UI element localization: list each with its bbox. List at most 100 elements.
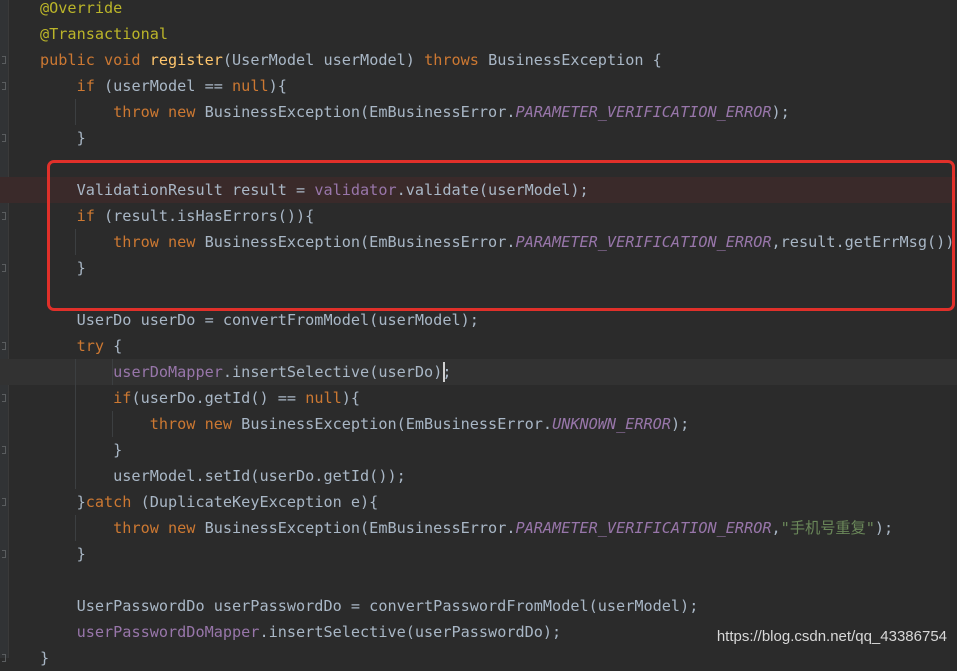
fold-marker-icon[interactable] [2, 82, 6, 90]
code-text: public void register(UserModel userModel… [40, 47, 662, 73]
code-text: userPasswordDoMapper.insertSelective(use… [40, 619, 562, 645]
code-line[interactable]: public void register(UserModel userModel… [0, 47, 957, 73]
code-token: null [305, 389, 342, 407]
code-token: UNKNOWN_ERROR [552, 415, 671, 433]
code-line[interactable]: } [0, 125, 957, 151]
code-token: if [76, 77, 105, 95]
code-token: { [113, 337, 123, 355]
code-token: ); [771, 103, 790, 121]
code-token: ); [670, 415, 690, 433]
code-text: @Override [40, 0, 122, 21]
code-token: register [149, 51, 223, 69]
code-editor[interactable]: @Override @Transactional public void regis… [0, 0, 957, 667]
code-text: throw new BusinessException(EmBusinessEr… [40, 99, 790, 125]
code-token: PARAMETER_VERIFICATION_ERROR [515, 519, 772, 537]
code-token: (userDo.getId() == [131, 389, 306, 407]
code-line[interactable] [0, 567, 957, 593]
code-text: UserPasswordDo userPasswordDo = convertP… [40, 593, 699, 619]
code-token: userModel.setId(userDo.getId()); [40, 467, 406, 485]
code-line[interactable]: UserPasswordDo userPasswordDo = convertP… [0, 593, 957, 619]
code-line[interactable]: userDoMapper.insertSelective(userDo); [0, 359, 957, 385]
code-token: null [232, 77, 269, 95]
code-token: ); [874, 519, 894, 537]
code-text: userDoMapper.insertSelective(userDo); [40, 359, 451, 385]
code-line[interactable]: throw new BusinessException(EmBusinessEr… [0, 99, 957, 125]
code-token: if [113, 389, 132, 407]
code-token: } [40, 649, 50, 667]
fold-marker-icon[interactable] [2, 446, 6, 454]
fold-marker-icon[interactable] [2, 654, 6, 662]
code-token: PARAMETER_VERIFICATION_ERROR [515, 103, 772, 121]
code-text: }catch (DuplicateKeyException e){ [40, 489, 379, 515]
code-line[interactable]: @Transactional [0, 21, 957, 47]
code-line[interactable]: @Override [0, 0, 957, 21]
code-token: (UserModel userModel) [222, 51, 425, 69]
code-token: public void [40, 51, 150, 69]
code-line[interactable]: } [0, 645, 957, 671]
code-token: catch [85, 493, 141, 511]
fold-marker-icon[interactable] [2, 134, 6, 142]
fold-marker-icon[interactable] [2, 498, 6, 506]
code-text: throw new BusinessException(EmBusinessEr… [40, 515, 893, 541]
code-line[interactable]: throw new BusinessException(EmBusinessEr… [0, 515, 957, 541]
code-line[interactable]: if (userModel == null){ [0, 73, 957, 99]
fold-marker-icon[interactable] [2, 56, 6, 64]
code-text: } [40, 541, 86, 567]
code-line[interactable]: throw new BusinessException(EmBusinessEr… [0, 411, 957, 437]
code-token: @Transactional [40, 25, 169, 43]
code-token: @Override [40, 0, 123, 17]
watermark: https://blog.csdn.net/qq_43386754 [716, 628, 947, 645]
fold-marker-icon[interactable] [2, 342, 6, 350]
code-token: throws [424, 51, 489, 69]
code-token: } [40, 129, 86, 147]
code-token: try [76, 337, 114, 355]
fold-marker-icon[interactable] [2, 212, 6, 220]
code-text: throw new BusinessException(EmBusinessEr… [40, 411, 690, 437]
code-text: } [40, 645, 49, 671]
code-token: .insertSelective(userDo); [222, 363, 452, 381]
code-token: throw new [149, 415, 242, 433]
code-token: "手机号重复" [780, 519, 875, 537]
code-text: } [40, 437, 122, 463]
code-token: userPasswordDoMapper [76, 623, 260, 641]
code-token: BusinessException(EmBusinessError. [204, 519, 516, 537]
code-token: , [771, 519, 781, 537]
fold-marker-icon[interactable] [2, 550, 6, 558]
code-line[interactable]: } [0, 437, 957, 463]
code-token: BusinessException(EmBusinessError. [241, 415, 553, 433]
code-token: (DuplicateKeyException e){ [140, 493, 379, 511]
code-token: ){ [341, 389, 361, 407]
code-text: userModel.setId(userDo.getId()); [40, 463, 406, 489]
code-text: } [40, 125, 86, 151]
code-token: (userModel == [104, 77, 233, 95]
text-caret [443, 362, 445, 382]
code-line[interactable]: if(userDo.getId() == null){ [0, 385, 957, 411]
code-line[interactable]: userModel.setId(userDo.getId()); [0, 463, 957, 489]
fold-marker-icon[interactable] [2, 264, 6, 272]
code-token: throw new [113, 103, 205, 121]
code-token: .insertSelective(userPasswordDo); [259, 623, 562, 641]
code-text: if (userModel == null){ [40, 73, 287, 99]
code-token: } [40, 441, 123, 459]
code-token: userDoMapper [113, 363, 223, 381]
code-line[interactable]: }catch (DuplicateKeyException e){ [0, 489, 957, 515]
code-token: UserDo userDo = convertFromModel(userMod… [40, 311, 479, 329]
code-line[interactable]: } [0, 541, 957, 567]
fold-marker-icon[interactable] [2, 394, 6, 402]
highlight-annotation-box [47, 160, 955, 311]
code-text: try { [40, 333, 123, 359]
code-token: BusinessException(EmBusinessError. [204, 103, 516, 121]
code-token: throw new [113, 519, 205, 537]
code-text: if(userDo.getId() == null){ [40, 385, 360, 411]
code-token: UserPasswordDo userPasswordDo = convertP… [40, 597, 699, 615]
code-token: BusinessException { [488, 51, 662, 69]
code-line[interactable]: try { [0, 333, 957, 359]
